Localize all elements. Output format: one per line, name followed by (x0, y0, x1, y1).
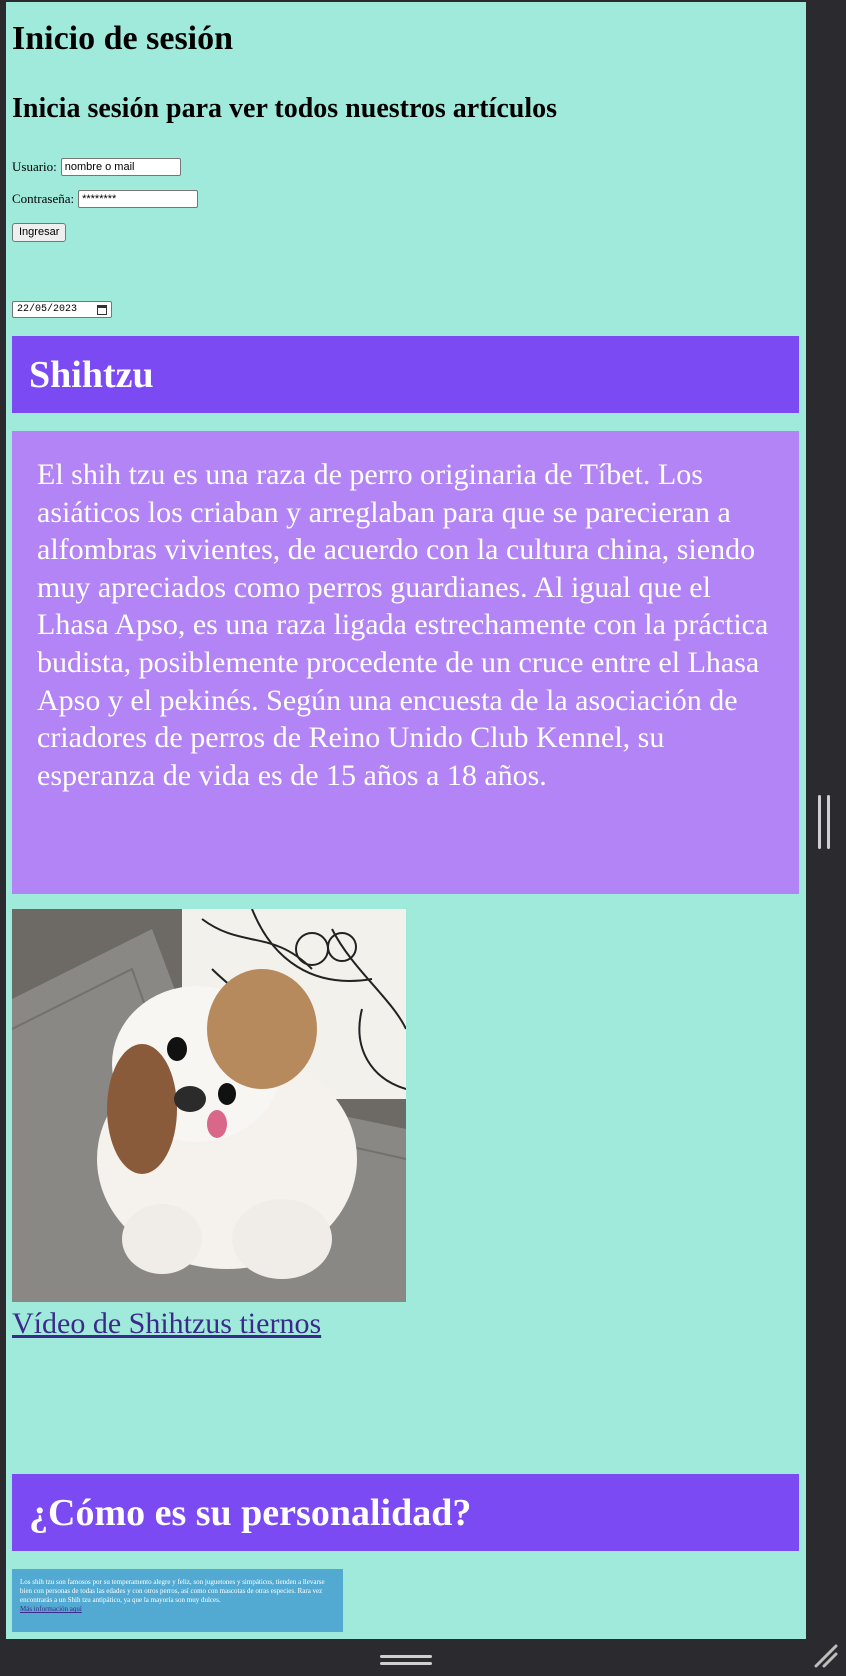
username-label: Usuario: (12, 159, 57, 174)
grip-line (380, 1655, 432, 1658)
grip-line (818, 795, 821, 849)
login-button[interactable]: Ingresar (12, 223, 67, 242)
grip-line (827, 795, 830, 849)
personality-box: Los shih tzu son famosos por su temperam… (12, 1569, 343, 1632)
panel-resize-handle[interactable] (818, 795, 830, 849)
password-row: Contraseña: (12, 190, 199, 208)
username-input[interactable] (60, 158, 181, 176)
more-info-link[interactable]: Más información aquí (20, 1605, 335, 1614)
personality-text: Los shih tzu son famosos por su temperam… (20, 1578, 325, 1604)
shihtzu-title: Shihtzu (29, 353, 154, 396)
shihtzu-photo (12, 909, 406, 1302)
video-link[interactable]: Vídeo de Shihtzus tiernos (12, 1307, 321, 1341)
username-row: Usuario: (12, 158, 181, 176)
page-viewport: Inicio de sesión Inicia sesión para ver … (6, 2, 806, 1639)
corner-resize-icon[interactable] (812, 1642, 840, 1670)
login-subheading: Inicia sesión para ver todos nuestros ar… (12, 93, 557, 124)
bottom-resize-handle[interactable] (380, 1655, 432, 1665)
date-value: 22/05/2023 (17, 304, 78, 315)
password-label: Contraseña: (12, 191, 75, 206)
password-input[interactable] (78, 190, 199, 208)
login-heading: Inicio de sesión (12, 20, 234, 57)
shihtzu-banner: Shihtzu (12, 336, 799, 413)
calendar-icon[interactable] (97, 304, 107, 315)
grip-line (380, 1662, 432, 1665)
personality-title: ¿Cómo es su personalidad? (29, 1491, 472, 1534)
date-input[interactable]: 22/05/2023 (12, 301, 112, 318)
personality-banner: ¿Cómo es su personalidad? (12, 1474, 799, 1551)
shihtzu-description: El shih tzu es una raza de perro origina… (12, 431, 799, 894)
